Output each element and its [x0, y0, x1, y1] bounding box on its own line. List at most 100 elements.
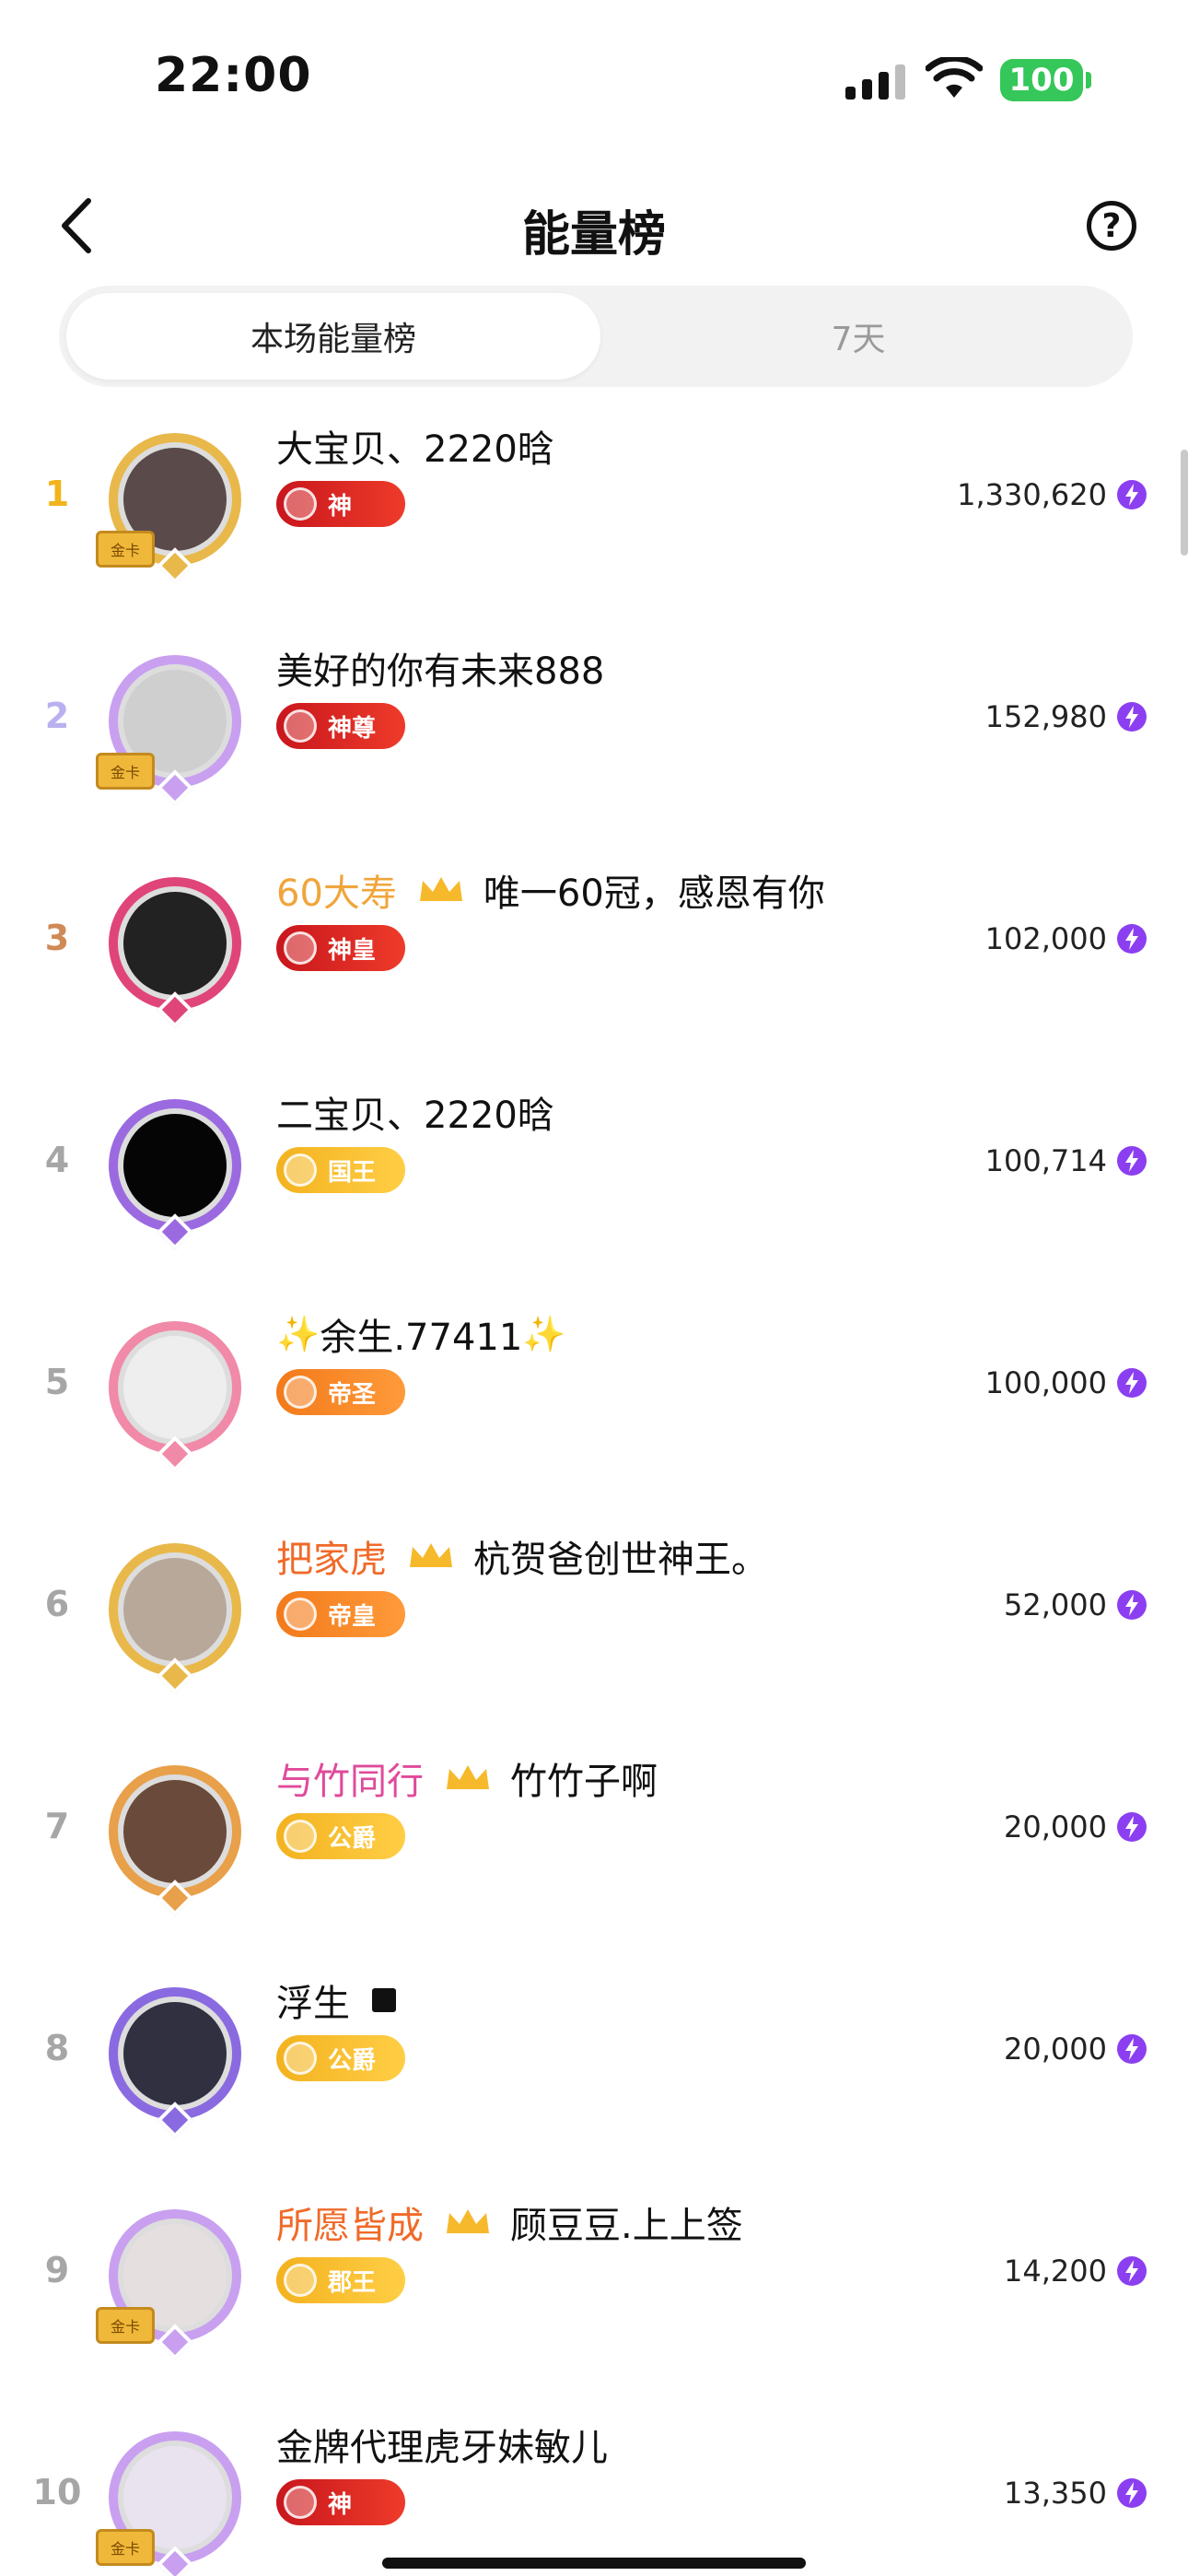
crown-icon: [447, 1765, 489, 1789]
user-name-line: 浮生: [276, 1973, 396, 2028]
level-badge-icon: [284, 2042, 317, 2075]
crown-icon: [447, 2209, 489, 2233]
level-badge-icon: [284, 1598, 317, 1631]
energy-bolt-icon: [1117, 2478, 1147, 2508]
sparkle-icon: ✨: [522, 1313, 566, 1354]
energy-score: 20,000: [1004, 2032, 1107, 2067]
battery-indicator: 100: [1000, 59, 1083, 101]
rank-number: 9: [44, 2250, 70, 2290]
energy-bolt-icon: [1117, 2256, 1147, 2286]
level-badge: 帝圣: [276, 1369, 405, 1415]
level-badge-label: 神皇: [328, 936, 377, 965]
ranking-row[interactable]: 5 ✨ 余生.77411 ✨ 帝圣 100,000: [0, 1305, 1188, 1526]
energy-bolt-icon: [1117, 1812, 1147, 1842]
ranking-row[interactable]: 2 金卡 美好的你有未来888 神尊 152,980: [0, 638, 1188, 860]
user-name-line: 与竹同行 竹竹子啊: [276, 1751, 658, 1806]
gold-card-badge: 金卡: [96, 2307, 155, 2344]
user-name-line: 美好的你有未来888: [276, 640, 604, 696]
energy-score: 100,714: [984, 1143, 1107, 1178]
user-name-line: 金牌代理虎牙妹敏儿: [276, 2417, 608, 2472]
ranking-row[interactable]: 9 金卡 所愿皆成 顾豆豆.上上签 郡王 14,200: [0, 2193, 1188, 2414]
avatar[interactable]: 金卡: [92, 2193, 258, 2360]
avatar[interactable]: [92, 1305, 258, 1472]
ranking-row[interactable]: 6 把家虎 杭贺爸创世神王。 帝皇 52,000: [0, 1527, 1188, 1748]
level-badge-label: 帝圣: [328, 1380, 377, 1409]
avatar-image: [123, 1558, 227, 1661]
avatar[interactable]: 金卡: [92, 416, 258, 584]
sparkle-icon: ✨: [276, 1313, 320, 1354]
level-badge: 神尊: [276, 703, 405, 749]
energy-bolt-icon: [1117, 1368, 1147, 1398]
user-name: 唯一60冠，感恩有你: [483, 872, 825, 915]
avatar[interactable]: [92, 1749, 258, 1916]
rank-number: 8: [44, 2028, 70, 2068]
level-badge-label: 郡王: [328, 2268, 377, 2297]
gold-card-badge: 金卡: [96, 531, 155, 568]
level-badge: 郡王: [276, 2257, 405, 2303]
avatar[interactable]: [92, 1083, 258, 1250]
battery-tip: [1086, 72, 1091, 88]
user-name: 金牌代理虎牙妹敏儿: [276, 2427, 608, 2469]
level-badge-icon: [284, 2264, 317, 2297]
energy-bolt-icon: [1117, 2034, 1147, 2064]
avatar[interactable]: 金卡: [92, 638, 258, 806]
level-badge-icon: [284, 1376, 317, 1409]
user-name-line: 把家虎 杭贺爸创世神王。: [276, 1528, 768, 1584]
gold-card-badge: 金卡: [96, 753, 155, 790]
ranking-row[interactable]: 7 与竹同行 竹竹子啊公爵 20,000: [0, 1749, 1188, 1970]
energy-score: 1,330,620: [957, 477, 1107, 512]
level-badge: 神: [276, 2479, 405, 2525]
rank-number: 10: [32, 2472, 82, 2512]
energy-score: 20,000: [1004, 1809, 1107, 1844]
user-name-line: 大宝贝、2220晗: [276, 418, 554, 474]
avatar[interactable]: [92, 1527, 258, 1694]
help-icon[interactable]: ?: [1087, 201, 1136, 251]
rank-number: 5: [44, 1362, 70, 1402]
ranking-row[interactable]: 10 金卡 金牌代理虎牙妹敏儿神 13,350: [0, 2415, 1188, 2576]
energy-bolt-icon: [1117, 480, 1147, 509]
level-badge: 神皇: [276, 925, 405, 971]
fan-group-name: 把家虎: [276, 1539, 387, 1581]
user-name-line: ✨ 余生.77411 ✨: [276, 1306, 566, 1362]
rank-number: 3: [44, 918, 70, 958]
user-name: 浮生: [276, 1983, 350, 2025]
ranking-row[interactable]: 4 二宝贝、2220晗 国王 100,714: [0, 1083, 1188, 1304]
user-name-line: 二宝贝、2220晗: [276, 1084, 554, 1140]
user-name: 大宝贝、2220晗: [276, 428, 554, 471]
energy-bolt-icon: [1117, 1146, 1147, 1176]
user-name: 余生.77411: [320, 1317, 523, 1359]
avatar-image: [123, 2002, 227, 2105]
level-badge-label: 国王: [328, 1158, 377, 1187]
user-name: 竹竹子啊: [510, 1761, 658, 1803]
page-title: 能量榜: [521, 207, 666, 263]
avatar[interactable]: [92, 1971, 258, 2138]
scrollbar[interactable]: [1181, 450, 1188, 556]
rank-number: 7: [44, 1806, 70, 1846]
rank-number: 6: [44, 1584, 70, 1624]
crown-icon: [410, 1543, 452, 1567]
avatar[interactable]: 金卡: [92, 2415, 258, 2576]
rank-number: 1: [44, 474, 70, 514]
avatar[interactable]: [92, 861, 258, 1028]
fan-group-name: 60大寿: [276, 872, 397, 915]
level-badge: 帝皇: [276, 1591, 405, 1637]
status-time: 22:00: [155, 48, 312, 103]
user-name: 美好的你有未来888: [276, 650, 605, 693]
user-name-line: 所愿皆成 顾豆豆.上上签: [276, 2195, 743, 2250]
avatar-image: [123, 1114, 227, 1217]
fan-group-name: 所愿皆成: [276, 2205, 424, 2247]
tab-current-session[interactable]: 本场能量榜: [66, 293, 600, 380]
user-name: 杭贺爸创世神王。: [473, 1539, 768, 1581]
home-indicator[interactable]: [382, 2558, 806, 2569]
ranking-row[interactable]: 3 60大寿 唯一60冠，感恩有你 神皇 102,000: [0, 861, 1188, 1082]
energy-bolt-icon: [1117, 702, 1147, 732]
level-badge-icon: [284, 709, 317, 743]
energy-bolt-icon: [1117, 1590, 1147, 1620]
level-badge-icon: [284, 1820, 317, 1853]
user-name: 二宝贝、2220晗: [276, 1095, 554, 1137]
level-badge: 公爵: [276, 1813, 405, 1859]
cellular-signal-icon: [845, 64, 906, 100]
ranking-row[interactable]: 8 浮生 公爵 20,000: [0, 1971, 1188, 2192]
tab-7-days[interactable]: 7天: [591, 293, 1125, 380]
ranking-row[interactable]: 1 金卡 大宝贝、2220晗神 1,330,620: [0, 416, 1188, 638]
